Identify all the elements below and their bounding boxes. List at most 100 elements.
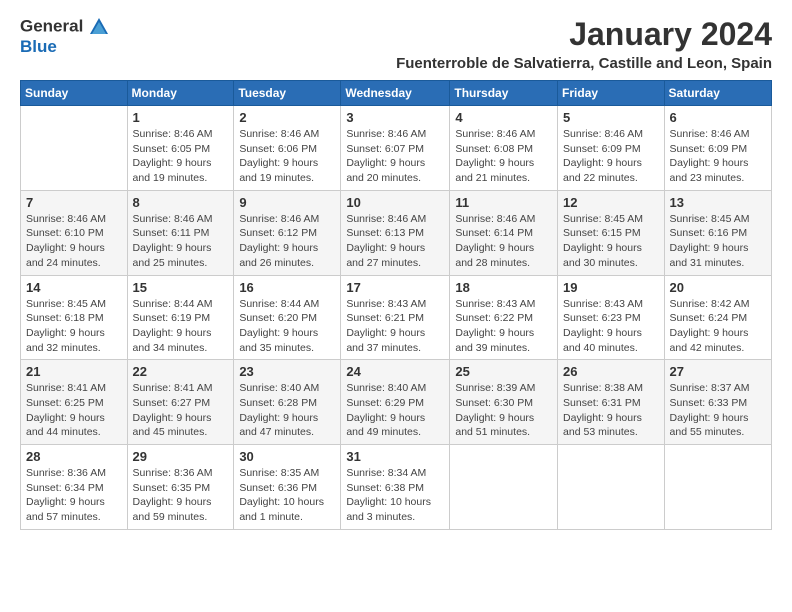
- week-row-2: 14Sunrise: 8:45 AM Sunset: 6:18 PM Dayli…: [21, 275, 772, 360]
- logo: General Blue: [20, 16, 110, 57]
- day-info: Sunrise: 8:44 AM Sunset: 6:19 PM Dayligh…: [133, 297, 229, 356]
- calendar-cell: 29Sunrise: 8:36 AM Sunset: 6:35 PM Dayli…: [127, 445, 234, 530]
- day-info: Sunrise: 8:35 AM Sunset: 6:36 PM Dayligh…: [239, 466, 335, 525]
- day-info: Sunrise: 8:36 AM Sunset: 6:35 PM Dayligh…: [133, 466, 229, 525]
- day-info: Sunrise: 8:38 AM Sunset: 6:31 PM Dayligh…: [563, 381, 659, 440]
- calendar-cell: 25 Sunrise: 8:39 AM Sunset: 6:30 PM Dayli…: [450, 360, 558, 445]
- calendar-cell: 5 Sunrise: 8:46 AM Sunset: 6:09 PM Daylig…: [558, 106, 665, 191]
- day-number: 3: [346, 110, 444, 125]
- calendar-cell: 30 Sunrise: 8:35 AM Sunset: 6:36 PM Dayli…: [234, 445, 341, 530]
- day-number: 21: [26, 364, 122, 379]
- calendar-cell: 3Sunrise: 8:46 AM Sunset: 6:07 PM Daylig…: [341, 106, 450, 191]
- calendar-cell: 24 Sunrise: 8:40 AM Sunset: 6:29 PM Dayli…: [341, 360, 450, 445]
- day-number: 10: [346, 195, 444, 210]
- day-info: Sunrise: 8:46 AM Sunset: 6:10 PM Dayligh…: [26, 212, 122, 271]
- day-number: 4: [455, 110, 552, 125]
- day-number: 25: [455, 364, 552, 379]
- logo-blue-text: Blue: [20, 38, 110, 57]
- calendar-cell: [664, 445, 771, 530]
- calendar-cell: 18 Sunrise: 8:43 AM Sunset: 6:22 PM Dayli…: [450, 275, 558, 360]
- calendar-cell: 10 Sunrise: 8:46 AM Sunset: 6:13 PM Dayli…: [341, 190, 450, 275]
- day-info: Sunrise: 8:43 AM Sunset: 6:23 PM Dayligh…: [563, 297, 659, 356]
- header-saturday: Saturday: [664, 81, 771, 106]
- day-info: Sunrise: 8:46 AM Sunset: 6:12 PM Dayligh…: [239, 212, 335, 271]
- day-number: 26: [563, 364, 659, 379]
- day-info: Sunrise: 8:45 AM Sunset: 6:18 PM Dayligh…: [26, 297, 122, 356]
- day-number: 12: [563, 195, 659, 210]
- day-info: Sunrise: 8:40 AM Sunset: 6:28 PM Dayligh…: [239, 381, 335, 440]
- calendar-cell: 20 Sunrise: 8:42 AM Sunset: 6:24 PM Dayli…: [664, 275, 771, 360]
- week-row-3: 21 Sunrise: 8:41 AM Sunset: 6:25 PM Dayli…: [21, 360, 772, 445]
- calendar-cell: [21, 106, 128, 191]
- calendar-table: SundayMondayTuesdayWednesdayThursdayFrid…: [20, 80, 772, 530]
- day-number: 16: [239, 280, 335, 295]
- calendar-cell: [558, 445, 665, 530]
- calendar-cell: 15Sunrise: 8:44 AM Sunset: 6:19 PM Dayli…: [127, 275, 234, 360]
- day-number: 30: [239, 449, 335, 464]
- title-block: January 2024 Fuenterroble de Salvatierra…: [396, 16, 772, 72]
- day-number: 24: [346, 364, 444, 379]
- day-info: Sunrise: 8:46 AM Sunset: 6:06 PM Dayligh…: [239, 127, 335, 186]
- day-number: 8: [133, 195, 229, 210]
- day-number: 19: [563, 280, 659, 295]
- header-friday: Friday: [558, 81, 665, 106]
- day-number: 18: [455, 280, 552, 295]
- day-number: 1: [133, 110, 229, 125]
- day-number: 22: [133, 364, 229, 379]
- header-thursday: Thursday: [450, 81, 558, 106]
- day-number: 9: [239, 195, 335, 210]
- day-number: 5: [563, 110, 659, 125]
- day-info: Sunrise: 8:42 AM Sunset: 6:24 PM Dayligh…: [670, 297, 766, 356]
- week-row-0: 1 Sunrise: 8:46 AM Sunset: 6:05 PM Daylig…: [21, 106, 772, 191]
- day-info: Sunrise: 8:46 AM Sunset: 6:05 PM Dayligh…: [133, 127, 229, 186]
- day-info: Sunrise: 8:43 AM Sunset: 6:21 PM Dayligh…: [346, 297, 444, 356]
- calendar-cell: 31Sunrise: 8:34 AM Sunset: 6:38 PM Dayli…: [341, 445, 450, 530]
- week-row-1: 7Sunrise: 8:46 AM Sunset: 6:10 PM Daylig…: [21, 190, 772, 275]
- calendar-cell: [450, 445, 558, 530]
- calendar-cell: 7Sunrise: 8:46 AM Sunset: 6:10 PM Daylig…: [21, 190, 128, 275]
- day-number: 2: [239, 110, 335, 125]
- day-number: 11: [455, 195, 552, 210]
- calendar-cell: 1 Sunrise: 8:46 AM Sunset: 6:05 PM Daylig…: [127, 106, 234, 191]
- calendar-cell: 11 Sunrise: 8:46 AM Sunset: 6:14 PM Dayli…: [450, 190, 558, 275]
- header-row: General Blue January 2024 Fuenterroble d…: [20, 16, 772, 72]
- day-number: 13: [670, 195, 766, 210]
- day-info: Sunrise: 8:45 AM Sunset: 6:15 PM Dayligh…: [563, 212, 659, 271]
- calendar-cell: 22Sunrise: 8:41 AM Sunset: 6:27 PM Dayli…: [127, 360, 234, 445]
- calendar-cell: 2 Sunrise: 8:46 AM Sunset: 6:06 PM Daylig…: [234, 106, 341, 191]
- day-info: Sunrise: 8:45 AM Sunset: 6:16 PM Dayligh…: [670, 212, 766, 271]
- day-info: Sunrise: 8:44 AM Sunset: 6:20 PM Dayligh…: [239, 297, 335, 356]
- day-number: 31: [346, 449, 444, 464]
- header-monday: Monday: [127, 81, 234, 106]
- calendar-cell: 19 Sunrise: 8:43 AM Sunset: 6:23 PM Dayli…: [558, 275, 665, 360]
- calendar-cell: 14Sunrise: 8:45 AM Sunset: 6:18 PM Dayli…: [21, 275, 128, 360]
- day-info: Sunrise: 8:37 AM Sunset: 6:33 PM Dayligh…: [670, 381, 766, 440]
- calendar-cell: 8 Sunrise: 8:46 AM Sunset: 6:11 PM Daylig…: [127, 190, 234, 275]
- calendar-cell: 9 Sunrise: 8:46 AM Sunset: 6:12 PM Daylig…: [234, 190, 341, 275]
- calendar-cell: 28 Sunrise: 8:36 AM Sunset: 6:34 PM Dayli…: [21, 445, 128, 530]
- day-info: Sunrise: 8:46 AM Sunset: 6:09 PM Dayligh…: [563, 127, 659, 186]
- calendar-cell: 26 Sunrise: 8:38 AM Sunset: 6:31 PM Dayli…: [558, 360, 665, 445]
- day-number: 17: [346, 280, 444, 295]
- day-info: Sunrise: 8:36 AM Sunset: 6:34 PM Dayligh…: [26, 466, 122, 525]
- day-info: Sunrise: 8:43 AM Sunset: 6:22 PM Dayligh…: [455, 297, 552, 356]
- day-number: 28: [26, 449, 122, 464]
- day-number: 27: [670, 364, 766, 379]
- logo-text: General: [20, 16, 110, 38]
- calendar-cell: 16 Sunrise: 8:44 AM Sunset: 6:20 PM Dayli…: [234, 275, 341, 360]
- day-info: Sunrise: 8:46 AM Sunset: 6:09 PM Dayligh…: [670, 127, 766, 186]
- week-row-4: 28 Sunrise: 8:36 AM Sunset: 6:34 PM Dayli…: [21, 445, 772, 530]
- calendar-cell: 13 Sunrise: 8:45 AM Sunset: 6:16 PM Dayli…: [664, 190, 771, 275]
- header-sunday: Sunday: [21, 81, 128, 106]
- day-info: Sunrise: 8:39 AM Sunset: 6:30 PM Dayligh…: [455, 381, 552, 440]
- calendar-cell: 4Sunrise: 8:46 AM Sunset: 6:08 PM Daylig…: [450, 106, 558, 191]
- calendar-cell: 23Sunrise: 8:40 AM Sunset: 6:28 PM Dayli…: [234, 360, 341, 445]
- calendar-cell: 21 Sunrise: 8:41 AM Sunset: 6:25 PM Dayli…: [21, 360, 128, 445]
- day-number: 20: [670, 280, 766, 295]
- day-info: Sunrise: 8:46 AM Sunset: 6:13 PM Dayligh…: [346, 212, 444, 271]
- day-info: Sunrise: 8:46 AM Sunset: 6:11 PM Dayligh…: [133, 212, 229, 271]
- subtitle: Fuenterroble de Salvatierra, Castille an…: [396, 55, 772, 72]
- day-info: Sunrise: 8:41 AM Sunset: 6:25 PM Dayligh…: [26, 381, 122, 440]
- day-info: Sunrise: 8:46 AM Sunset: 6:14 PM Dayligh…: [455, 212, 552, 271]
- day-info: Sunrise: 8:40 AM Sunset: 6:29 PM Dayligh…: [346, 381, 444, 440]
